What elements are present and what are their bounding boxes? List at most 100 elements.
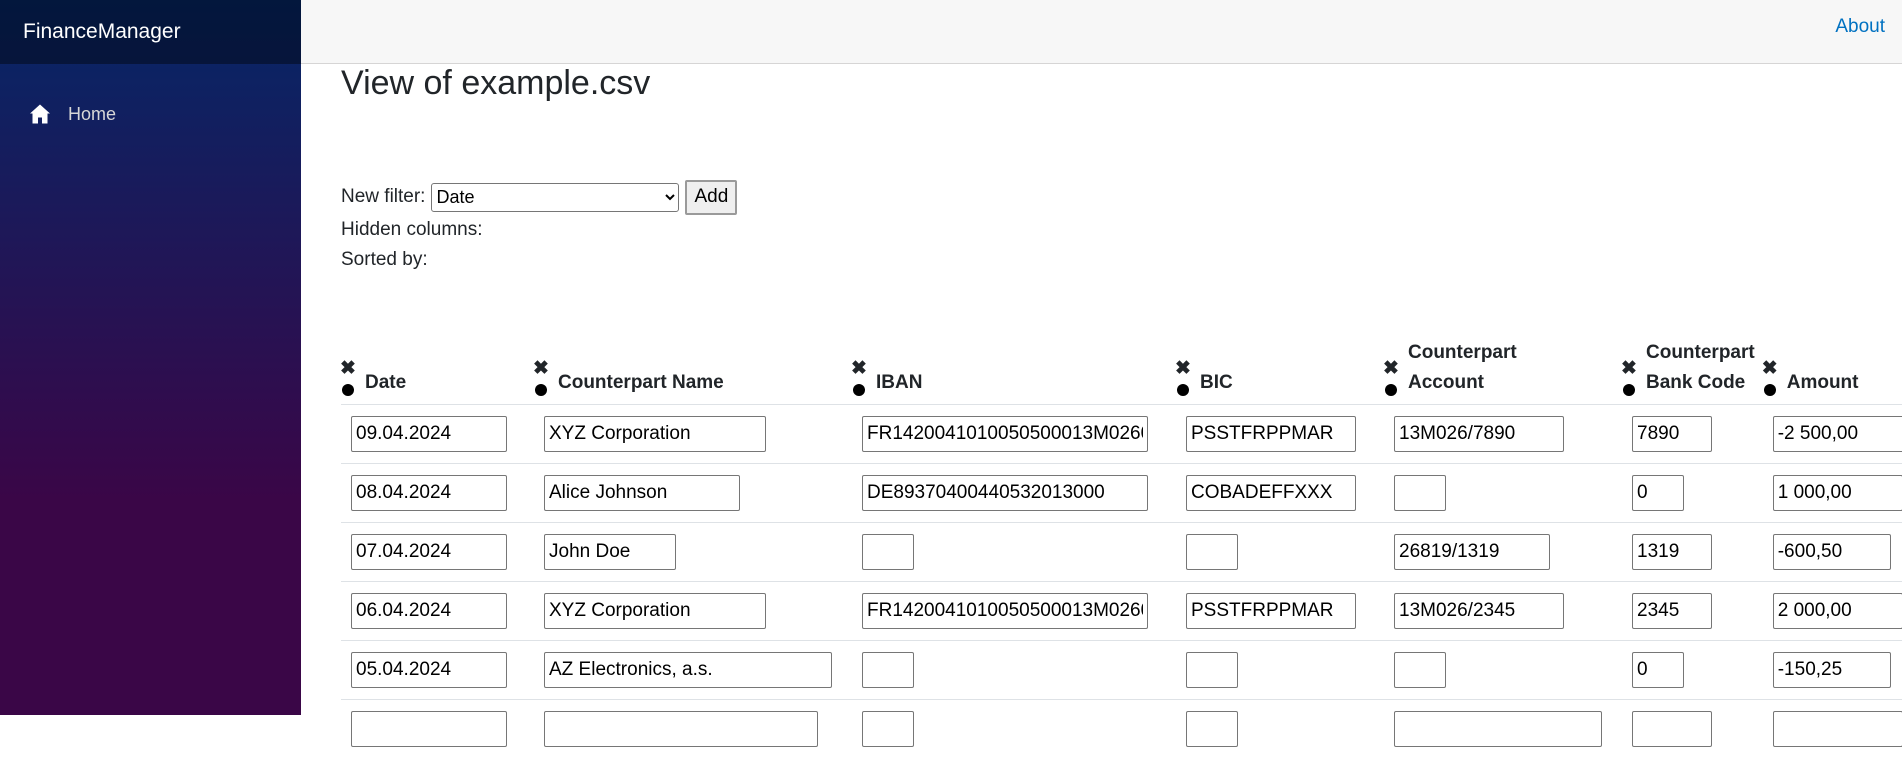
cell-input[interactable] xyxy=(351,711,507,747)
cell-input[interactable] xyxy=(1773,652,1891,688)
cell-input[interactable] xyxy=(544,416,766,452)
filter-select[interactable]: Date xyxy=(431,183,679,212)
hide-column-icon[interactable]: ✖ xyxy=(1621,359,1637,378)
cell-input[interactable] xyxy=(351,652,507,688)
cell-input[interactable] xyxy=(862,652,914,688)
cell-input[interactable] xyxy=(544,534,676,570)
table-body xyxy=(341,405,1902,758)
cell-input[interactable] xyxy=(1773,593,1902,629)
table-cell xyxy=(1622,641,1763,700)
table-cell xyxy=(534,464,852,523)
column-header: ✖Counterpart Bank Code xyxy=(1622,338,1763,405)
sort-column-icon[interactable] xyxy=(535,384,547,396)
about-link[interactable]: About xyxy=(1835,16,1885,38)
cell-input[interactable] xyxy=(1773,475,1902,511)
table-cell xyxy=(1622,405,1763,464)
table-cell xyxy=(1384,405,1622,464)
column-header-label: Counterpart Account xyxy=(1408,338,1528,398)
cell-input[interactable] xyxy=(544,475,740,511)
cell-input[interactable] xyxy=(1632,593,1712,629)
hide-column-icon[interactable]: ✖ xyxy=(1383,359,1399,378)
cell-input[interactable] xyxy=(544,652,832,688)
table-cell xyxy=(852,582,1176,641)
cell-input[interactable] xyxy=(862,711,914,747)
column-header-label: BIC xyxy=(1200,368,1233,398)
cell-input[interactable] xyxy=(544,711,818,747)
cell-input[interactable] xyxy=(1773,534,1891,570)
hide-column-icon[interactable]: ✖ xyxy=(1175,359,1191,378)
table-cell xyxy=(1176,405,1384,464)
sort-column-icon[interactable] xyxy=(853,384,865,396)
cell-input[interactable] xyxy=(1186,593,1356,629)
table-cell xyxy=(1176,523,1384,582)
cell-input[interactable] xyxy=(1394,652,1446,688)
cell-input[interactable] xyxy=(1773,711,1902,747)
hide-column-icon[interactable]: ✖ xyxy=(533,359,549,378)
column-header: ✖Amount xyxy=(1763,338,1902,405)
cell-input[interactable] xyxy=(1186,534,1238,570)
cell-input[interactable] xyxy=(544,593,766,629)
table-cell xyxy=(534,405,852,464)
table-cell xyxy=(1763,641,1902,700)
cell-input[interactable] xyxy=(862,593,1148,629)
cell-input[interactable] xyxy=(1632,534,1712,570)
table-header-row: ✖Date✖Counterpart Name✖IBAN✖BIC✖Counterp… xyxy=(341,338,1902,405)
cell-input[interactable] xyxy=(1394,711,1602,747)
table-cell xyxy=(341,464,534,523)
cell-input[interactable] xyxy=(1394,416,1564,452)
column-header: ✖ BIC xyxy=(1176,338,1384,405)
sort-column-icon[interactable] xyxy=(1764,384,1776,396)
cell-input[interactable] xyxy=(1394,593,1564,629)
new-filter-label: New filter: xyxy=(341,186,425,208)
top-bar: About xyxy=(301,0,1902,64)
table-cell xyxy=(1384,523,1622,582)
cell-input[interactable] xyxy=(1773,416,1902,452)
cell-input[interactable] xyxy=(1632,416,1712,452)
table-cell xyxy=(1176,641,1384,700)
cell-input[interactable] xyxy=(1186,652,1238,688)
app-brand[interactable]: FinanceManager xyxy=(23,20,181,44)
sidebar: FinanceManager Home xyxy=(0,0,301,715)
cell-input[interactable] xyxy=(1394,534,1550,570)
table-row xyxy=(341,405,1902,464)
table-cell xyxy=(341,405,534,464)
cell-input[interactable] xyxy=(1186,475,1356,511)
column-header-label: IBAN xyxy=(876,368,922,398)
table-cell xyxy=(1176,582,1384,641)
cell-input[interactable] xyxy=(862,534,914,570)
hide-column-icon[interactable]: ✖ xyxy=(1762,359,1778,378)
filter-controls: New filter: Date Add Hidden columns: Sor… xyxy=(341,179,737,275)
cell-input[interactable] xyxy=(1394,475,1446,511)
table-cell xyxy=(852,700,1176,758)
cell-input[interactable] xyxy=(1186,711,1238,747)
hide-column-icon[interactable]: ✖ xyxy=(341,359,356,378)
sidebar-item-home[interactable]: Home xyxy=(20,96,124,132)
cell-input[interactable] xyxy=(351,416,507,452)
table-cell xyxy=(341,700,534,758)
add-filter-button[interactable]: Add xyxy=(685,180,737,215)
cell-input[interactable] xyxy=(1632,711,1712,747)
sort-column-icon[interactable] xyxy=(1385,384,1397,396)
table-cell xyxy=(341,641,534,700)
cell-input[interactable] xyxy=(351,593,507,629)
sort-column-icon[interactable] xyxy=(342,384,354,396)
cell-input[interactable] xyxy=(351,534,507,570)
cell-input[interactable] xyxy=(351,475,507,511)
column-header: ✖ Counterpart Account xyxy=(1384,338,1622,405)
table-cell xyxy=(1622,464,1763,523)
cell-input[interactable] xyxy=(1632,475,1684,511)
cell-input[interactable] xyxy=(1632,652,1684,688)
sidebar-item-label: Home xyxy=(68,104,116,125)
table-cell xyxy=(852,523,1176,582)
hide-column-icon[interactable]: ✖ xyxy=(851,359,867,378)
table-cell xyxy=(534,641,852,700)
sort-column-icon[interactable] xyxy=(1623,384,1635,396)
cell-input[interactable] xyxy=(862,416,1148,452)
table-cell xyxy=(1384,464,1622,523)
sort-column-icon[interactable] xyxy=(1177,384,1189,396)
table-cell xyxy=(1622,582,1763,641)
table-row xyxy=(341,700,1902,758)
cell-input[interactable] xyxy=(1186,416,1356,452)
cell-input[interactable] xyxy=(862,475,1148,511)
data-table-container: ✖Date✖Counterpart Name✖IBAN✖BIC✖Counterp… xyxy=(341,338,1902,758)
